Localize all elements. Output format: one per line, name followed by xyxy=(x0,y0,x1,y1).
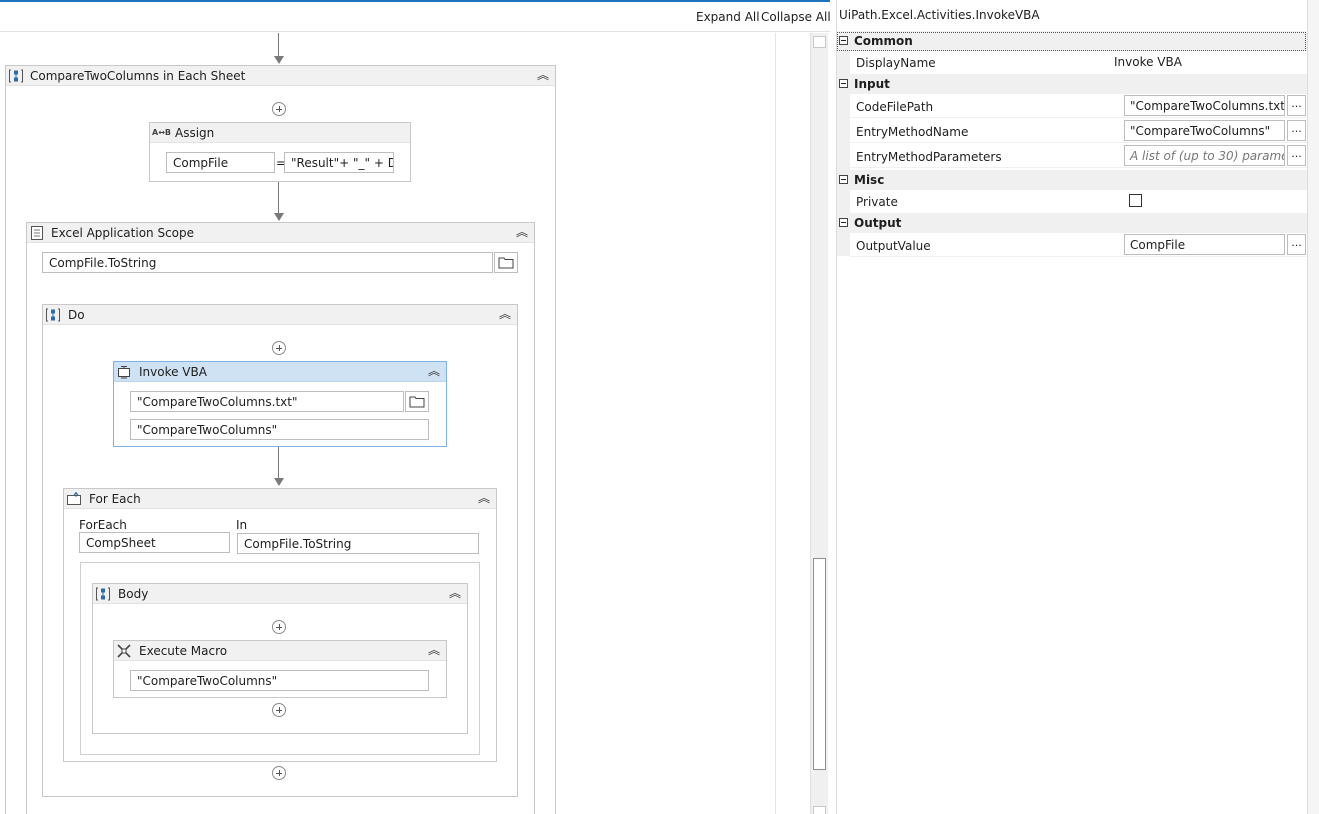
collapse-category-icon[interactable] xyxy=(839,218,848,227)
properties-title: UiPath.Excel.Activities.InvokeVBA xyxy=(839,8,1040,22)
entry-method-name-input[interactable]: "CompareTwoColumns" xyxy=(1124,120,1285,141)
foreach-label: ForEach xyxy=(79,518,127,532)
assign-header[interactable]: A↔B Assign xyxy=(150,123,410,143)
execute-macro-icon xyxy=(117,644,131,658)
foreach-item-field[interactable]: CompSheet xyxy=(79,532,230,553)
execute-macro-title: Execute Macro xyxy=(139,644,228,658)
collapse-icon[interactable]: ︽ xyxy=(428,644,440,656)
excel-scope-header[interactable]: Excel Application Scope ︽ xyxy=(27,223,534,243)
macro-name-field[interactable]: "CompareTwoColumns" xyxy=(130,670,429,691)
collapse-icon[interactable]: ︽ xyxy=(428,365,440,377)
code-file-path-input[interactable]: "CompareTwoColumns.txt" xyxy=(1124,95,1285,116)
connector-arrow-icon xyxy=(274,478,284,486)
category-misc[interactable] xyxy=(837,170,1307,190)
code-file-path-field[interactable]: "CompareTwoColumns.txt" xyxy=(130,391,404,412)
for-each-title: For Each xyxy=(89,492,141,506)
sequence-title: CompareTwoColumns in Each Sheet xyxy=(30,69,246,83)
add-activity-icon[interactable] xyxy=(272,341,286,355)
connector-line xyxy=(278,182,279,214)
folder-icon xyxy=(498,257,514,269)
foreach-collection-field[interactable]: CompFile.ToString xyxy=(237,533,479,554)
assign-title: Assign xyxy=(175,126,215,140)
sequence-header[interactable]: CompareTwoColumns in Each Sheet ︽ xyxy=(6,66,555,86)
properties-scrollbar[interactable] xyxy=(1307,0,1319,814)
body-header[interactable]: Body ︽ xyxy=(93,584,467,604)
collapse-icon[interactable]: ︽ xyxy=(516,226,528,238)
collapse-category-icon[interactable] xyxy=(839,79,848,88)
add-activity-icon[interactable] xyxy=(272,766,286,780)
entry-method-parameters-ellipsis-button[interactable]: ... xyxy=(1287,145,1306,166)
code-file-path-ellipsis-button[interactable]: ... xyxy=(1287,95,1306,116)
assign-to-field[interactable]: CompFile xyxy=(166,152,275,173)
expand-all-link[interactable]: Expand All xyxy=(696,10,760,24)
browse-folder-button[interactable] xyxy=(405,391,429,412)
property-name-entrymethodname: EntryMethodName xyxy=(856,125,969,139)
category-input[interactable] xyxy=(837,74,1307,94)
execute-macro-header[interactable]: Execute Macro ︽ xyxy=(114,641,446,661)
collapse-icon[interactable]: ︽ xyxy=(537,69,549,81)
invoke-vba-header[interactable]: Invoke VBA ︽ xyxy=(114,362,446,382)
assign-value-field[interactable]: "Result"+ "_" + Dat xyxy=(284,152,394,173)
output-value-input[interactable]: CompFile xyxy=(1124,234,1285,255)
collapse-icon[interactable]: ︽ xyxy=(499,308,511,320)
body-title: Body xyxy=(118,587,149,601)
do-title: Do xyxy=(68,308,85,322)
for-each-icon xyxy=(67,492,81,505)
category-focus-outline xyxy=(837,32,1306,51)
collapse-icon[interactable]: ︽ xyxy=(478,492,490,504)
connector-line xyxy=(278,33,279,56)
property-name-private: Private xyxy=(856,195,898,209)
scroll-up-button[interactable] xyxy=(813,36,826,48)
collapse-category-icon[interactable] xyxy=(839,175,848,184)
scroll-down-button[interactable] xyxy=(813,806,826,814)
category-output[interactable] xyxy=(837,213,1307,233)
category-input-label: Input xyxy=(854,77,890,91)
canvas-divider xyxy=(775,33,776,814)
browse-folder-button[interactable] xyxy=(494,252,518,273)
add-activity-icon[interactable] xyxy=(272,102,286,116)
connector-arrow-icon xyxy=(274,56,284,64)
connector-arrow-icon xyxy=(274,213,284,221)
private-checkbox[interactable] xyxy=(1129,194,1142,207)
display-name-value[interactable]: Invoke VBA xyxy=(1114,55,1182,69)
invoke-vba-icon xyxy=(118,366,130,379)
folder-icon xyxy=(409,396,425,408)
excel-scope-title: Excel Application Scope xyxy=(51,226,195,240)
entry-method-name-ellipsis-button[interactable]: ... xyxy=(1287,120,1306,141)
invoke-vba-title: Invoke VBA xyxy=(139,365,207,379)
workbook-path-field[interactable]: CompFile.ToString xyxy=(42,252,493,273)
assign-icon: A↔B xyxy=(152,128,171,137)
property-name-entrymethodparameters: EntryMethodParameters xyxy=(856,150,1002,164)
entry-method-field[interactable]: "CompareTwoColumns" xyxy=(130,419,429,440)
output-value-ellipsis-button[interactable]: ... xyxy=(1287,234,1306,255)
connector-line xyxy=(278,447,279,479)
property-name-outputvalue: OutputValue xyxy=(856,239,931,253)
excel-scope-icon xyxy=(31,226,43,240)
collapse-icon[interactable]: ︽ xyxy=(449,587,461,599)
add-activity-icon[interactable] xyxy=(272,703,286,717)
sequence-icon xyxy=(46,308,60,322)
entry-method-parameters-input[interactable]: A list of (up to 30) parameter xyxy=(1124,145,1285,166)
sequence-icon xyxy=(9,69,23,83)
category-output-label: Output xyxy=(854,216,902,230)
property-row-private[interactable] xyxy=(850,190,1307,214)
category-misc-label: Misc xyxy=(854,173,885,187)
collapse-all-link[interactable]: Collapse All xyxy=(761,10,831,24)
property-name-codefilepath: CodeFilePath xyxy=(856,100,934,114)
in-label: In xyxy=(236,518,248,532)
scrollbar-thumb[interactable] xyxy=(813,558,826,770)
property-name-displayname: DisplayName xyxy=(856,56,936,70)
sequence-icon xyxy=(96,587,110,601)
for-each-header[interactable]: For Each ︽ xyxy=(64,489,496,509)
do-header[interactable]: Do ︽ xyxy=(43,305,517,325)
add-activity-icon[interactable] xyxy=(272,620,286,634)
